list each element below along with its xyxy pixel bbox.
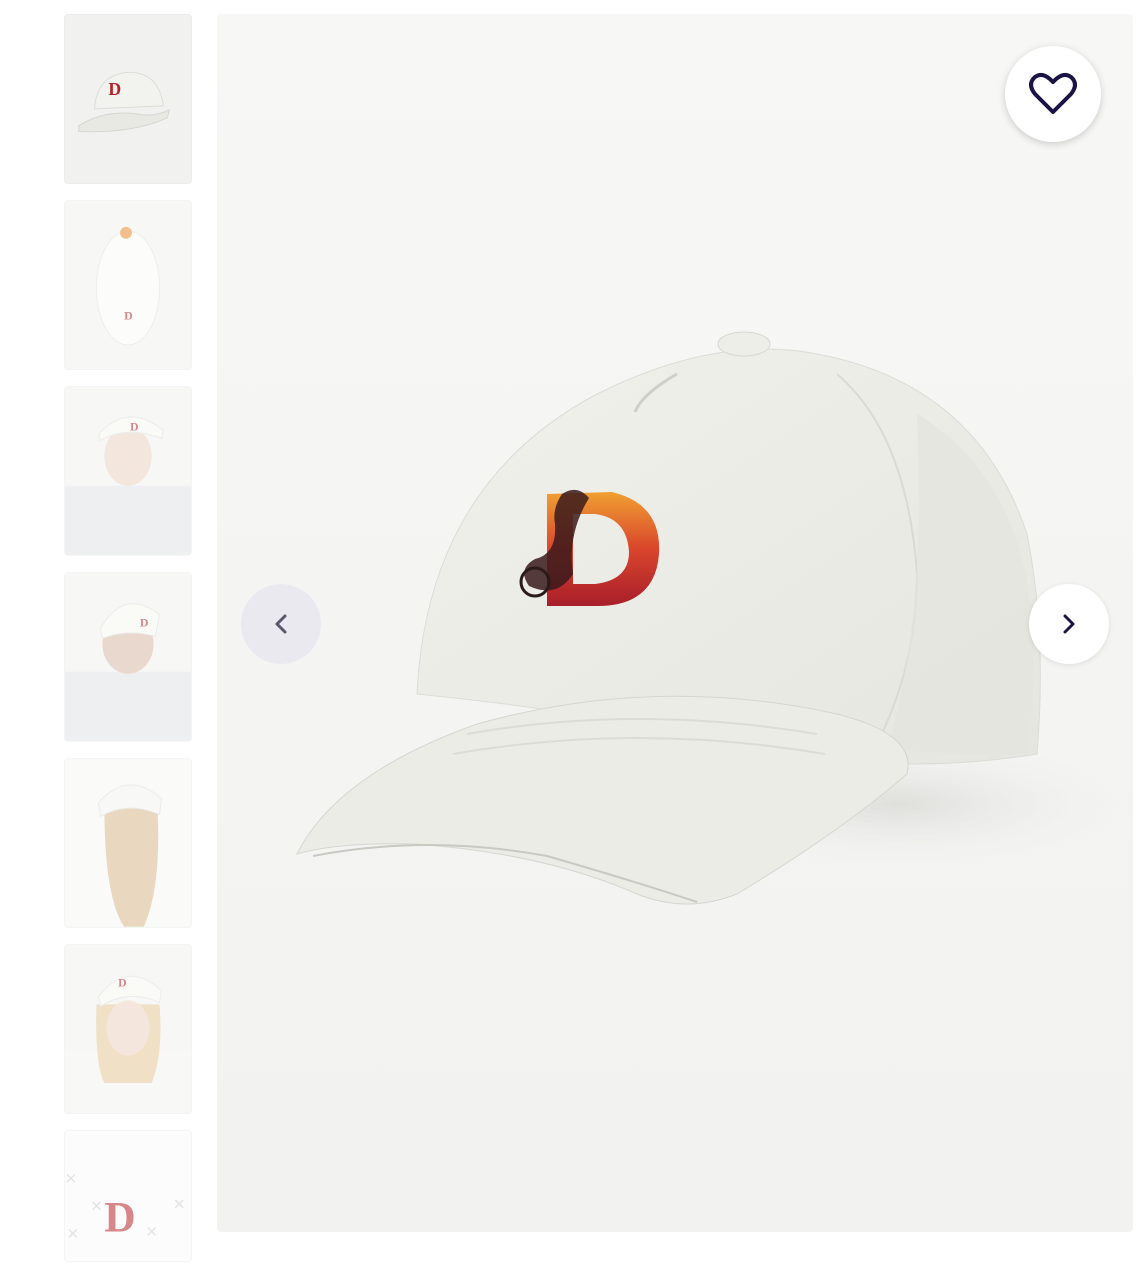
thumbnail-design-pattern[interactable]: D: [64, 1130, 192, 1262]
thumbnail-model-woman-front[interactable]: D: [64, 944, 192, 1114]
svg-text:D: D: [118, 976, 127, 990]
thumbnail-cap-top[interactable]: D: [64, 200, 192, 370]
product-main-image: [217, 14, 1133, 1232]
thumbnail-model-woman-back[interactable]: [64, 758, 192, 928]
thumbnail-model-man-front[interactable]: D: [64, 386, 192, 556]
svg-text:D: D: [130, 420, 139, 434]
thumbnail-rail: D D D D D D: [64, 14, 194, 1262]
chevron-right-icon: [1063, 614, 1075, 634]
thumbnail-model-man-back[interactable]: D: [64, 572, 192, 742]
svg-text:D: D: [140, 615, 149, 629]
svg-text:D: D: [124, 308, 133, 322]
cap-illustration: [296, 331, 1133, 905]
svg-text:D: D: [104, 1193, 135, 1241]
heart-outline-icon: [1029, 72, 1077, 114]
svg-text:D: D: [108, 79, 121, 99]
carousel-next-button[interactable]: [1029, 584, 1109, 664]
chevron-left-icon: [275, 614, 287, 634]
thumbnail-cap-front[interactable]: D: [64, 14, 192, 184]
carousel-prev-button[interactable]: [241, 584, 321, 664]
favorite-button[interactable]: [1005, 46, 1101, 142]
